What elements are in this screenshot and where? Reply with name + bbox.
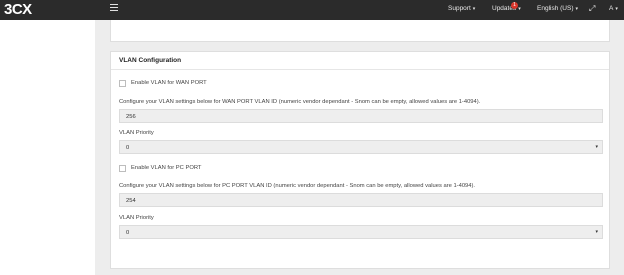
pc-priority-label: VLAN Priority <box>119 215 154 221</box>
pc-priority-value: 0 <box>126 230 130 236</box>
wan-vlan-checkbox[interactable] <box>119 80 126 87</box>
dropdown-arrow-icon: ▾ <box>595 144 598 150</box>
pc-vlan-id-input[interactable]: 254 <box>119 193 603 207</box>
wan-priority-value: 0 <box>126 145 130 151</box>
vlan-title: VLAN Configuration <box>111 52 609 70</box>
logo-area: 3CX <box>0 0 95 20</box>
main-content: VLAN Configuration Enable VLAN for WAN P… <box>95 20 624 275</box>
language-menu[interactable]: English (US) ▾ <box>537 5 578 12</box>
wan-vlan-label: Enable VLAN for WAN PORT <box>131 80 207 86</box>
wan-vlan-id-value: 256 <box>126 114 136 120</box>
wan-priority-label: VLAN Priority <box>119 130 154 136</box>
pc-vlan-label: Enable VLAN for PC PORT <box>131 165 202 171</box>
dropdown-arrow-icon: ▾ <box>595 229 598 235</box>
support-label: Support <box>448 5 471 12</box>
fullscreen-icon[interactable]: ⤢ <box>589 4 595 14</box>
vlan-configuration-card: VLAN Configuration Enable VLAN for WAN P… <box>110 51 610 269</box>
logo[interactable]: 3CX <box>4 1 32 18</box>
user-label: A <box>609 5 614 12</box>
chevron-down-icon: ▾ <box>472 6 476 12</box>
wan-priority-select[interactable]: 0 ▾ <box>119 140 603 154</box>
pc-vlan-id-value: 254 <box>126 198 136 204</box>
pc-vlan-description: Configure your VLAN settings below for P… <box>119 183 476 189</box>
wan-vlan-description: Configure your VLAN settings below for W… <box>119 99 481 105</box>
pc-vlan-checkbox[interactable] <box>119 165 126 172</box>
support-menu[interactable]: Support ▾ <box>448 5 475 12</box>
sidebar <box>0 20 95 275</box>
chevron-down-icon: ▾ <box>615 6 618 12</box>
wan-vlan-id-input[interactable]: 256 <box>119 109 603 123</box>
previous-section-card <box>110 20 610 42</box>
updates-badge: 1 <box>511 2 518 9</box>
language-label: English (US) <box>537 5 574 12</box>
hamburger-menu-icon[interactable] <box>110 4 118 12</box>
chevron-down-icon: ▾ <box>575 6 578 12</box>
chevron-down-icon: ▾ <box>518 6 521 12</box>
user-menu[interactable]: A ▾ <box>609 5 618 12</box>
pc-priority-select[interactable]: 0 ▾ <box>119 225 603 239</box>
